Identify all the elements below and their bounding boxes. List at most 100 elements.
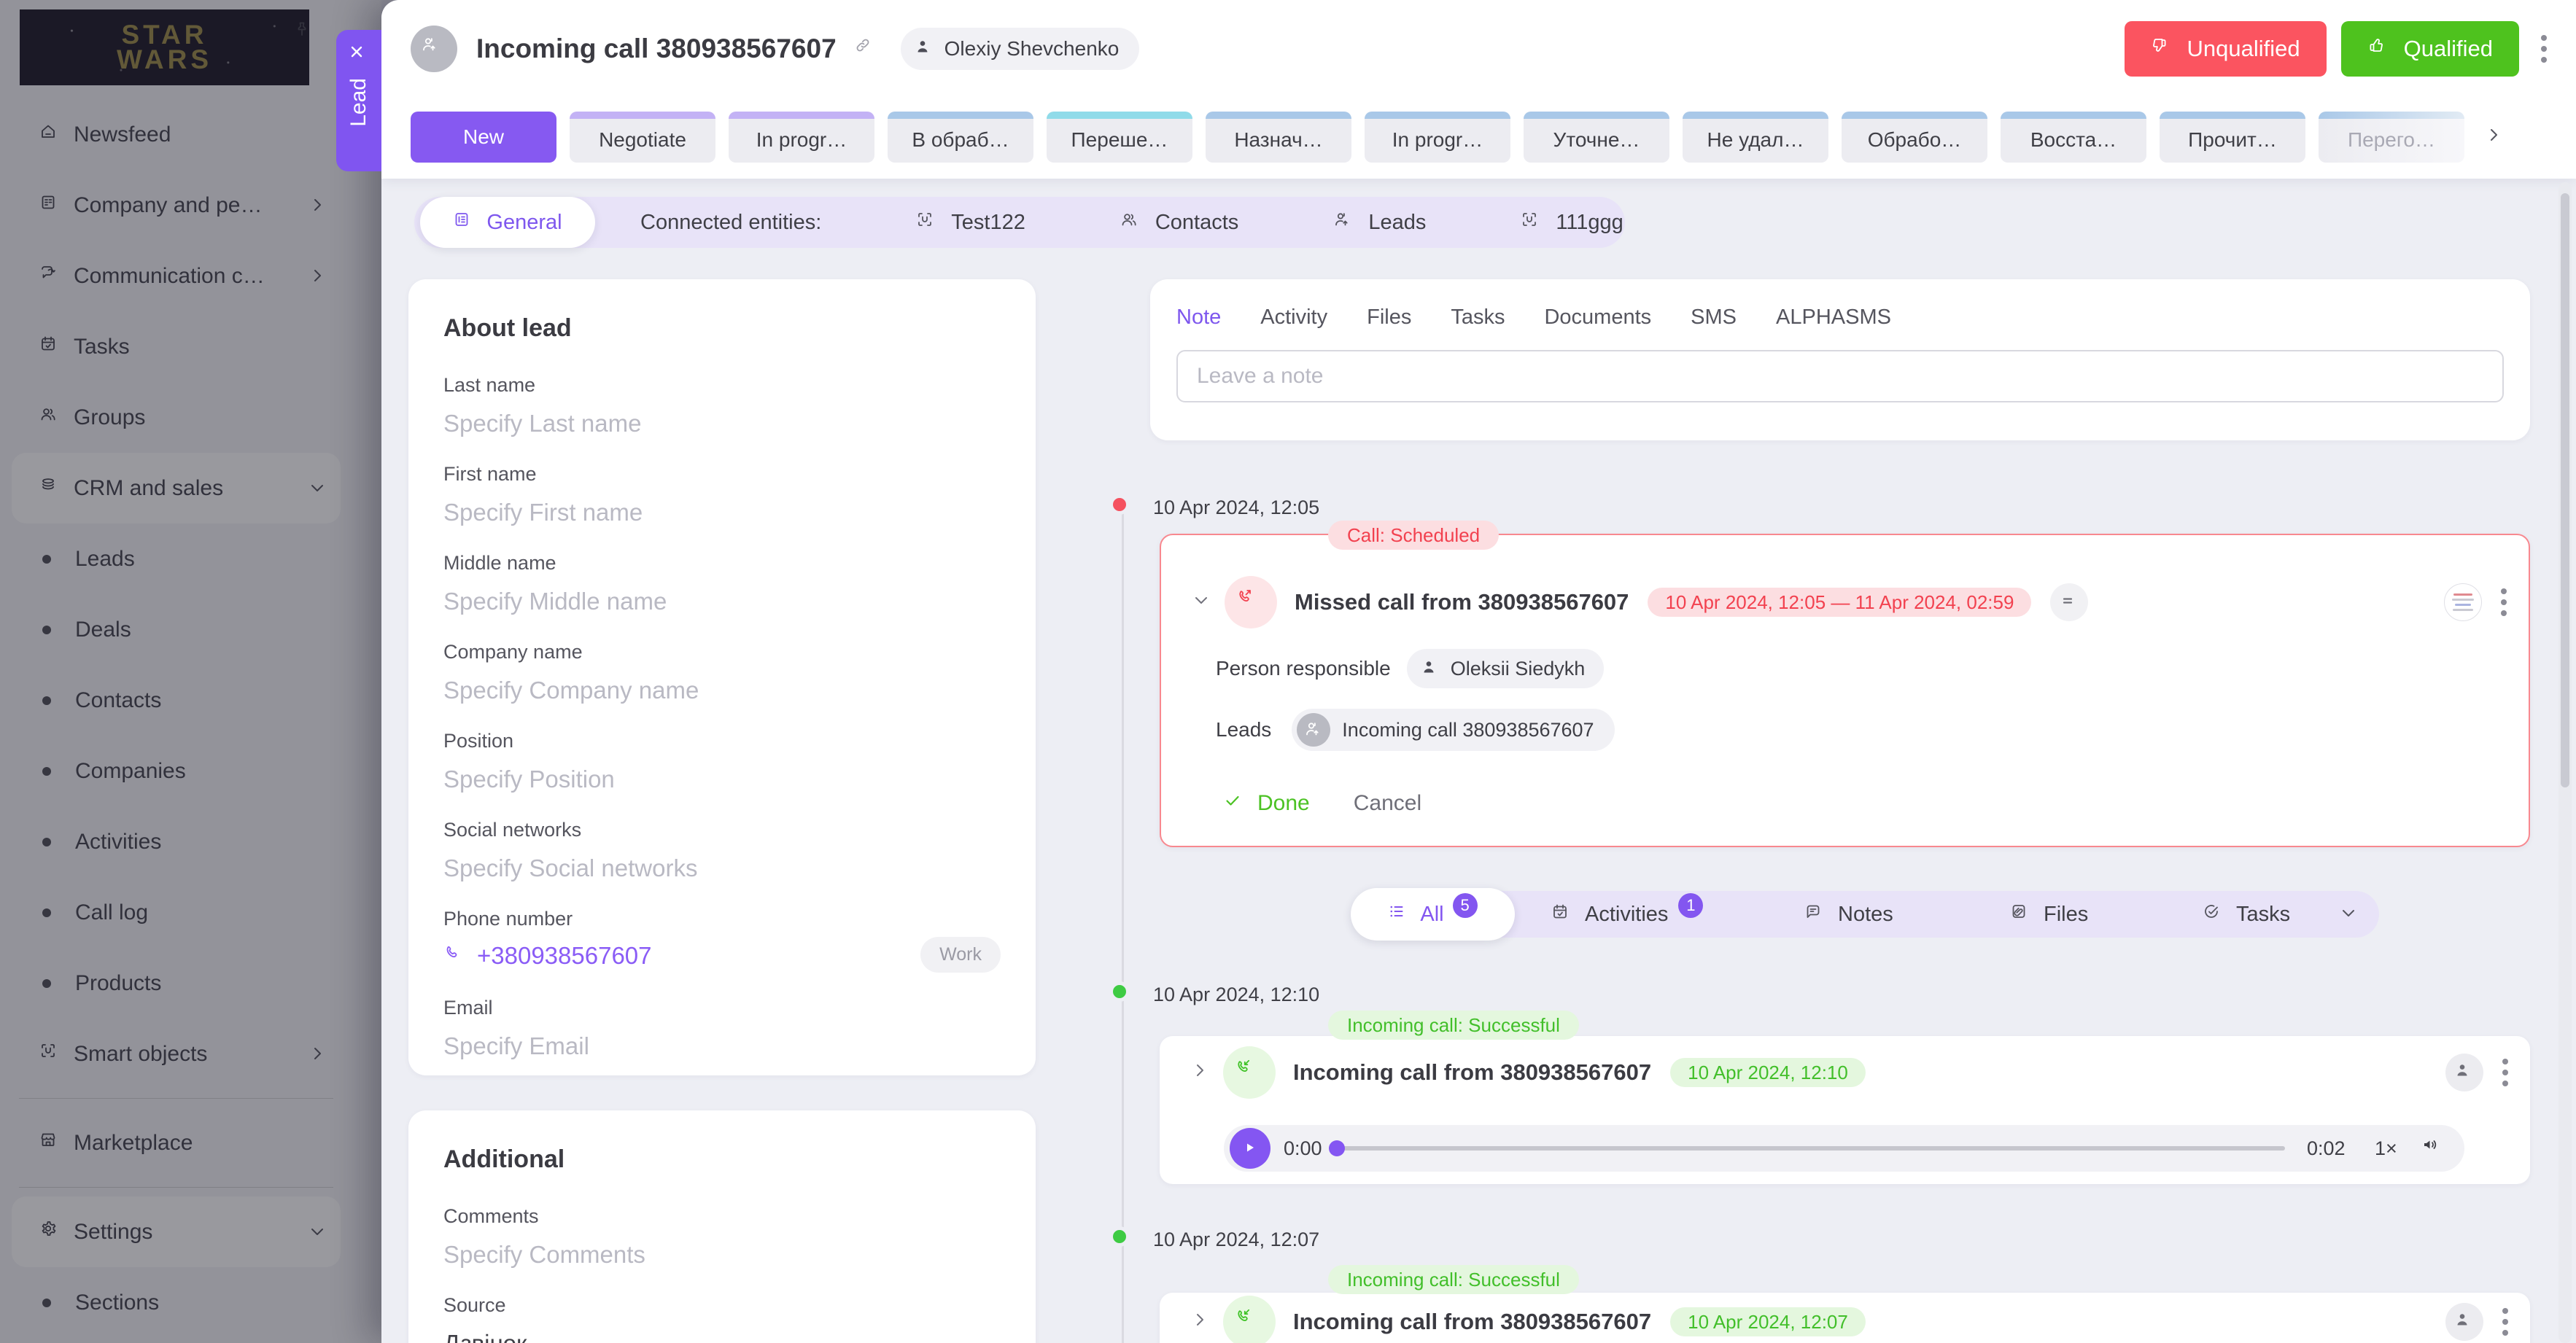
sidebar-item-crm-and-sales[interactable]: CRM and sales xyxy=(12,453,341,523)
qualified-button[interactable]: Qualified xyxy=(2341,21,2519,77)
more-menu-icon[interactable] xyxy=(2541,35,2547,63)
position-input[interactable]: Specify Position xyxy=(443,766,1001,793)
sidebar-item-activities[interactable]: Activities xyxy=(12,806,341,877)
sidebar-item-settings[interactable]: Settings xyxy=(12,1196,341,1267)
tab-files[interactable]: Files xyxy=(1367,305,1411,330)
sidebar-item-deals[interactable]: Deals xyxy=(12,594,341,665)
expand-icon[interactable] xyxy=(1191,1311,1213,1333)
filter-activities[interactable]: Activities 1 xyxy=(1551,891,1703,938)
sidebar-item-sections[interactable]: Sections xyxy=(12,1267,341,1338)
filter-all[interactable]: All 5 xyxy=(1351,888,1515,941)
person-avatar[interactable] xyxy=(2445,1303,2483,1341)
scheduled-call-card: Missed call from 380938567607 10 Apr 202… xyxy=(1160,534,2530,847)
card-more-menu-icon[interactable] xyxy=(2502,1059,2508,1086)
cancel-button[interactable]: Cancel xyxy=(1354,791,1421,816)
sidebar-item-groups[interactable]: Groups xyxy=(12,382,341,453)
done-button[interactable]: Done xyxy=(1224,791,1310,816)
social-networks-input[interactable]: Specify Social networks xyxy=(443,855,1001,882)
comments-input[interactable]: Specify Comments xyxy=(443,1241,1001,1269)
stage-clarify[interactable]: Уточне… xyxy=(1524,112,1669,163)
copy-link-icon[interactable] xyxy=(854,36,879,61)
owner-chip[interactable]: Olexiy Shevchenko xyxy=(901,28,1140,70)
reschedule-icon[interactable] xyxy=(2050,583,2088,621)
connected-entity-contacts[interactable]: Contacts xyxy=(1120,211,1238,235)
connected-entity-111ggg[interactable]: 111ggg xyxy=(1521,211,1623,235)
stage-negotiations[interactable]: Перего… xyxy=(2319,112,2464,163)
sidebar-item-smart-objects[interactable]: Smart objects xyxy=(12,1019,341,1089)
incoming-call-card: Incoming call from 380938567607 10 Apr 2… xyxy=(1160,1036,2530,1184)
sidebar-item-company-and-people[interactable]: Company and pe… xyxy=(12,170,341,241)
sidebar-item-call-log[interactable]: Call log xyxy=(12,877,341,948)
connected-entity-test122[interactable]: Test122 xyxy=(916,211,1025,235)
player-progress-track[interactable] xyxy=(1337,1146,2285,1151)
sidebar-item-label: CRM and sales xyxy=(74,476,223,501)
collapse-icon[interactable] xyxy=(1192,591,1214,613)
sidebar-item-marketplace[interactable]: Marketplace xyxy=(12,1108,341,1178)
stage-restored[interactable]: Восста… xyxy=(2001,112,2146,163)
email-input[interactable]: Specify Email xyxy=(443,1032,1001,1060)
activity-thumbnail-avatar[interactable] xyxy=(2444,583,2482,621)
stage-processing[interactable]: В обраб… xyxy=(888,112,1033,163)
stage-processed[interactable]: Обрабо… xyxy=(1842,112,1987,163)
sidebar-item-leads[interactable]: Leads xyxy=(12,523,341,594)
tab-alphasms[interactable]: ALPHASMS xyxy=(1776,305,1891,330)
filter-files[interactable]: Files xyxy=(2010,891,2088,938)
stage-in-progress[interactable]: In progr… xyxy=(729,112,874,163)
play-button[interactable] xyxy=(1230,1128,1270,1169)
tab-documents[interactable]: Documents xyxy=(1544,305,1651,330)
close-icon[interactable] xyxy=(348,43,370,65)
call-title[interactable]: Missed call from 380938567607 xyxy=(1295,589,1629,615)
stage-read[interactable]: Прочит… xyxy=(2160,112,2305,163)
connected-entity-leads[interactable]: Leads xyxy=(1333,211,1426,235)
stage-failed[interactable]: Не удал… xyxy=(1683,112,1828,163)
tab-sms[interactable]: SMS xyxy=(1691,305,1737,330)
additional-card: Additional Comments Specify Comments Sou… xyxy=(408,1110,1036,1343)
stage-transferred[interactable]: Переше… xyxy=(1047,112,1192,163)
stages-scroll-right-icon[interactable] xyxy=(2485,126,2507,148)
player-position: 0:00 xyxy=(1284,1137,1322,1160)
company-name-input[interactable]: Specify Company name xyxy=(443,677,1001,704)
sidebar-item-communication[interactable]: Communication c… xyxy=(12,241,341,311)
pin-sidebar-icon[interactable] xyxy=(293,20,322,50)
player-progress-thumb[interactable] xyxy=(1329,1140,1345,1156)
speaker-icon[interactable] xyxy=(2421,1136,2446,1161)
tab-general[interactable]: General xyxy=(420,197,595,248)
field-position: Position Specify Position xyxy=(443,730,1001,793)
card-more-menu-icon[interactable] xyxy=(2502,1308,2508,1336)
scrollbar-thumb[interactable] xyxy=(2561,193,2569,787)
tab-note[interactable]: Note xyxy=(1176,305,1221,330)
activities-count-badge: 1 xyxy=(1678,893,1703,918)
stage-assigned[interactable]: Назнач… xyxy=(1206,112,1351,163)
source-value[interactable]: Дзвінок xyxy=(443,1330,1001,1343)
thumbs-down-icon xyxy=(2151,36,2176,61)
call-title[interactable]: Incoming call from 380938567607 xyxy=(1293,1309,1651,1335)
sidebar-item-contacts[interactable]: Contacts xyxy=(12,665,341,736)
tab-activity[interactable]: Activity xyxy=(1260,305,1327,330)
note-input[interactable] xyxy=(1176,350,2504,402)
stage-negotiate[interactable]: Negotiate xyxy=(570,112,715,163)
sidebar-item-tasks[interactable]: Tasks xyxy=(12,311,341,382)
stage-in-progress-2[interactable]: In progr… xyxy=(1365,112,1510,163)
person-responsible-chip[interactable]: Oleksii Siedykh xyxy=(1407,649,1605,688)
playback-rate-button[interactable]: 1× xyxy=(2375,1137,2397,1160)
card-more-menu-icon[interactable] xyxy=(2501,588,2507,616)
sidebar-item-newsfeed[interactable]: Newsfeed xyxy=(12,99,341,170)
filter-tasks[interactable]: Tasks xyxy=(2203,891,2290,938)
filters-chevron-down-icon[interactable] xyxy=(2340,904,2360,924)
sidebar-item-products[interactable]: Products xyxy=(12,948,341,1019)
call-title[interactable]: Incoming call from 380938567607 xyxy=(1293,1059,1651,1086)
expand-icon[interactable] xyxy=(1191,1062,1213,1083)
lead-link-chip[interactable]: Incoming call 380938567607 xyxy=(1292,709,1614,751)
filter-notes[interactable]: Notes xyxy=(1804,891,1893,938)
lead-panel-tab[interactable]: Lead xyxy=(336,30,381,171)
phone-number-link[interactable]: +380938567607 xyxy=(477,942,652,970)
first-name-input[interactable]: Specify First name xyxy=(443,499,1001,526)
middle-name-input[interactable]: Specify Middle name xyxy=(443,588,1001,615)
person-avatar[interactable] xyxy=(2445,1054,2483,1091)
last-name-input[interactable]: Specify Last name xyxy=(443,410,1001,437)
stage-new[interactable]: New xyxy=(411,112,556,163)
sidebar-item-companies[interactable]: Companies xyxy=(12,736,341,806)
unqualified-button[interactable]: Unqualified xyxy=(2125,21,2327,77)
pipeline-stages: New Negotiate In progr… В обраб… Переше…… xyxy=(411,112,2547,163)
tab-tasks[interactable]: Tasks xyxy=(1451,305,1505,330)
